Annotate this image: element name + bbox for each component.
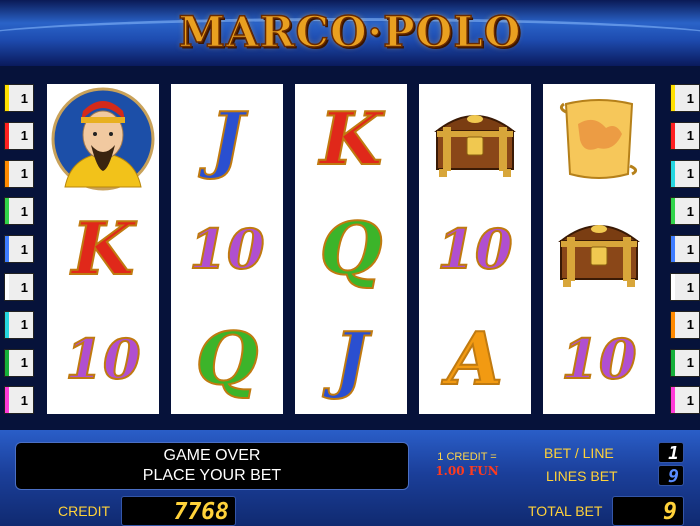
symbol-letter: 10	[188, 217, 265, 281]
reel-3: KQJ	[295, 84, 407, 414]
letter-k-symbol: K	[295, 84, 407, 194]
letter-10-symbol: 10	[47, 304, 159, 414]
letter-j-symbol: J	[295, 304, 407, 414]
lines-bet-display[interactable]: 9	[658, 465, 684, 487]
letter-q-symbol: Q	[171, 304, 283, 414]
credit-rate-value: 1.00 FUN	[435, 464, 499, 478]
symbol-letter: J	[333, 316, 369, 401]
reels-area: K 10 J 10 Q K Q J 10 A 10	[0, 84, 700, 416]
symbol-letter: A	[446, 316, 504, 401]
message-line-1: GAME OVER	[163, 447, 261, 464]
treasure-chest-symbol	[543, 194, 655, 304]
reel-2: J 10 Q	[171, 84, 283, 414]
slot-game: MARCO·POLO 111111111 111111111 K 10 J 10 Q K Q…	[0, 0, 700, 526]
control-panel: GAME OVER PLACE YOUR BET 1 CREDIT = 1.00…	[0, 430, 700, 526]
reel-4: 10 A	[419, 84, 531, 414]
logo-text: MARCO·POLO	[178, 7, 522, 58]
marco-polo-symbol	[47, 84, 159, 194]
letter-10-symbol: 10	[171, 194, 283, 304]
message-box: GAME OVER PLACE YOUR BET	[15, 442, 409, 490]
symbol-letter: 10	[436, 217, 513, 281]
letter-j-symbol: J	[171, 84, 283, 194]
letter-10-symbol: 10	[419, 194, 531, 304]
symbol-letter: K	[319, 96, 384, 181]
header-banner: MARCO·POLO	[0, 0, 700, 66]
total-bet-display: 9	[612, 496, 684, 526]
letter-k-symbol: K	[47, 194, 159, 304]
message-line-2: PLACE YOUR BET	[142, 467, 282, 484]
symbol-letter: Q	[319, 206, 384, 291]
bet-per-line-label: BET / LINE	[544, 445, 614, 461]
reel-1: K 10	[47, 84, 159, 414]
symbol-letter: K	[71, 206, 136, 291]
treasure-chest-symbol	[419, 84, 531, 194]
credit-label: CREDIT	[58, 503, 111, 519]
lines-bet-label: LINES BET	[546, 468, 618, 484]
symbol-letter: 10	[64, 327, 141, 391]
letter-10-symbol: 10	[543, 304, 655, 414]
symbol-letter: Q	[195, 316, 260, 401]
credit-display: 7768	[121, 496, 236, 526]
total-bet-label: TOTAL BET	[528, 503, 603, 519]
credit-rate-label: 1 CREDIT =	[437, 451, 497, 463]
reel-5: 10	[543, 84, 655, 414]
map-scroll-symbol	[543, 84, 655, 194]
game-logo: MARCO·POLO	[0, 4, 700, 58]
symbol-letter: J	[209, 96, 245, 181]
letter-q-symbol: Q	[295, 194, 407, 304]
bet-per-line-display[interactable]: 1	[658, 442, 684, 464]
letter-a-symbol: A	[419, 304, 531, 414]
symbol-letter: 10	[560, 327, 637, 391]
